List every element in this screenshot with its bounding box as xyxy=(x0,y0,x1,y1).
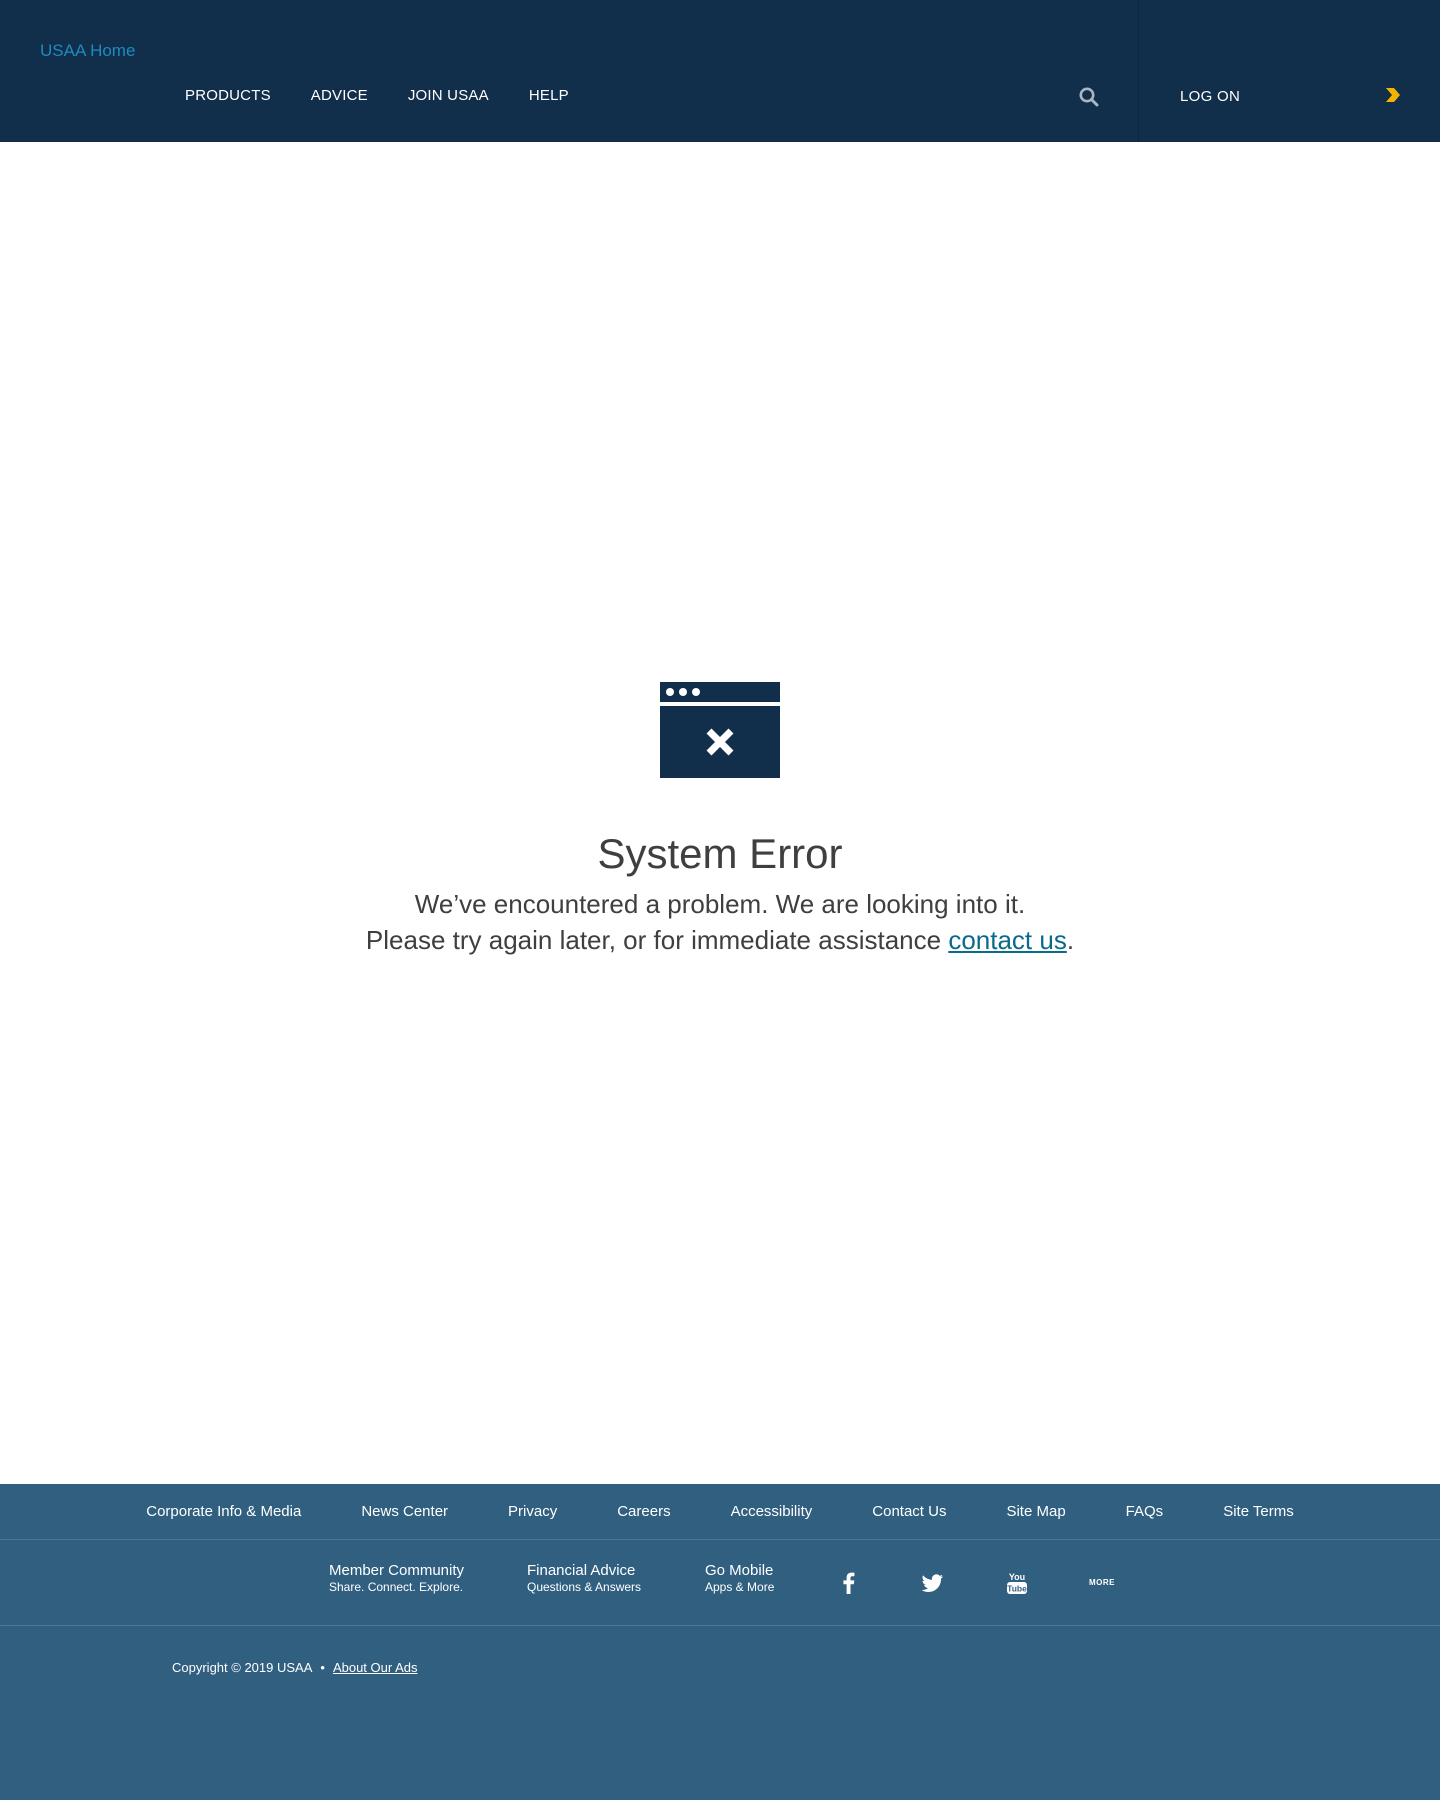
error-title: System Error xyxy=(597,830,843,877)
footer-link-accessibility[interactable]: Accessibility xyxy=(731,1503,813,1520)
footer-link-news-center[interactable]: News Center xyxy=(361,1503,448,1520)
browser-error-icon xyxy=(660,682,780,778)
promo-subtitle: Share. Connect. Explore. xyxy=(329,1580,464,1594)
promo-title: Go Mobile xyxy=(705,1562,774,1579)
error-message-suffix: . xyxy=(1066,925,1075,955)
promo-title: Member Community xyxy=(329,1562,465,1579)
nav-products[interactable]: PRODUCTS xyxy=(185,86,271,106)
footer-link-contact-us[interactable]: Contact Us xyxy=(872,1503,946,1520)
footer-link-site-map[interactable]: Site Map xyxy=(1006,1503,1065,1520)
footer-link-privacy[interactable]: Privacy xyxy=(508,1503,557,1520)
promo-subtitle: Apps & More xyxy=(705,1580,775,1594)
twitter-icon[interactable] xyxy=(920,1570,946,1596)
more-social-link[interactable]: MORE xyxy=(1089,1578,1115,1587)
search-icon[interactable] xyxy=(1078,86,1100,108)
footer-promos: Member Community Share. Connect. Explore… xyxy=(0,1540,1440,1626)
footer-link-corporate-info[interactable]: Corporate Info & Media xyxy=(146,1503,301,1520)
copyright-text: Copyright © 2019 USAA xyxy=(172,1660,313,1675)
log-on-button[interactable]: LOG ON xyxy=(1180,87,1240,107)
promo-member-community[interactable]: Member Community Share. Connect. Explore… xyxy=(329,1562,464,1594)
error-message: We’ve encountered a problem. We are look… xyxy=(0,886,1440,958)
error-message-line1: We’ve encountered a problem. We are look… xyxy=(414,889,1026,919)
facebook-icon[interactable] xyxy=(836,1570,862,1596)
separator-dot: • xyxy=(320,1660,325,1675)
contact-us-link[interactable]: contact us xyxy=(948,925,1067,955)
error-message-prefix: Please try again later, or for immediate… xyxy=(365,925,949,955)
copyright-row: Copyright © 2019 USAA • About Our Ads xyxy=(172,1660,418,1676)
site-header: USAA Home PRODUCTS ADVICE JOIN USAA HELP… xyxy=(0,0,1440,142)
nav-help[interactable]: HELP xyxy=(529,86,569,106)
promo-financial-advice[interactable]: Financial Advice Questions & Answers xyxy=(527,1562,641,1594)
svg-text:You: You xyxy=(1009,1572,1025,1582)
about-our-ads-link[interactable]: About Our Ads xyxy=(333,1660,418,1675)
nav-join-usaa[interactable]: JOIN USAA xyxy=(408,86,489,106)
footer-link-faqs[interactable]: FAQs xyxy=(1126,1503,1164,1520)
footer-link-careers[interactable]: Careers xyxy=(617,1503,670,1520)
main-nav: PRODUCTS ADVICE JOIN USAA HELP xyxy=(185,86,609,106)
nav-advice[interactable]: ADVICE xyxy=(311,86,368,106)
header-divider xyxy=(1138,0,1139,142)
promo-subtitle: Questions & Answers xyxy=(527,1580,642,1594)
usaa-home-logo[interactable]: USAA Home xyxy=(40,41,135,61)
youtube-icon[interactable]: You Tube xyxy=(1004,1570,1030,1596)
promo-title: Financial Advice xyxy=(527,1562,636,1579)
error-message-line2: Please try again later, or for immediate… xyxy=(0,922,1440,958)
chevron-right-icon[interactable] xyxy=(1384,86,1402,104)
footer-links: Corporate Info & Media News Center Priva… xyxy=(0,1484,1440,1540)
site-footer: Corporate Info & Media News Center Priva… xyxy=(0,1484,1440,1800)
promo-go-mobile[interactable]: Go Mobile Apps & More xyxy=(705,1562,774,1594)
svg-text:Tube: Tube xyxy=(1007,1584,1027,1594)
footer-link-site-terms[interactable]: Site Terms xyxy=(1223,1503,1294,1520)
